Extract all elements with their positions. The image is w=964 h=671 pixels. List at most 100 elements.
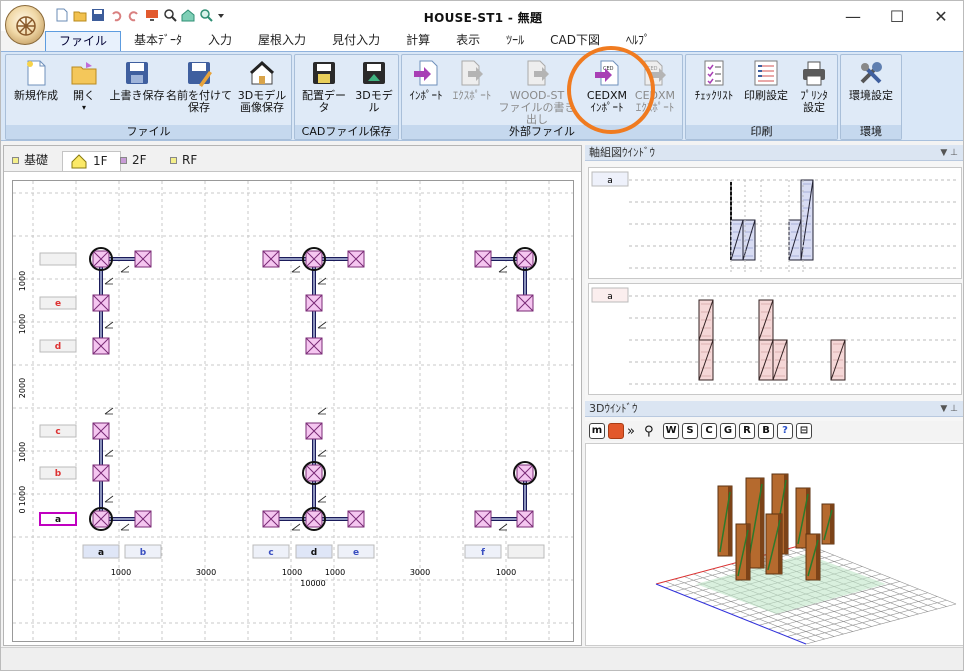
column-marker: [516, 510, 534, 528]
tab-help[interactable]: ﾍﾙﾌﾟ: [613, 31, 663, 51]
column-marker: [474, 250, 492, 268]
save-layout-data-button[interactable]: 配置データ: [297, 59, 351, 114]
cedxm-export-button[interactable]: CED CEDXM ｴｸｽﾎﾟｰﾄ: [630, 59, 680, 114]
column-marker: [92, 294, 110, 312]
3d-view[interactable]: [585, 443, 963, 646]
ribbon-group-external-file: ｲﾝﾎﾟｰﾄ ｴｸｽﾎﾟｰﾄ WOOD-ST ファイルの書き出し CED CED…: [401, 54, 683, 140]
column-marker: [516, 464, 534, 482]
monitor-3d-icon[interactable]: [608, 423, 624, 439]
cedxm-import-button[interactable]: CED CEDXM ｲﾝﾎﾟｰﾄ: [582, 59, 632, 114]
floor-tabs: 基礎 1F 2F RF: [4, 146, 581, 172]
axis-label: a: [591, 171, 629, 187]
axis-label-text: a: [607, 176, 613, 186]
walk-icon[interactable]: ⚲: [644, 424, 660, 439]
column-marker: [92, 422, 110, 440]
axis-frame-view-lower[interactable]: a: [588, 283, 962, 395]
tab-floor-1[interactable]: 1F: [62, 151, 121, 171]
tab-foundation[interactable]: 基礎: [6, 151, 48, 171]
environment-settings-button[interactable]: 環境設定: [843, 59, 899, 102]
import-icon: [412, 59, 440, 87]
column-marker: [305, 294, 323, 312]
floor-plan-drawing[interactable]: abcde100010002000100010000a b c d e f1000 3000…: [13, 181, 574, 642]
tab-roof-input[interactable]: 屋根入力: [245, 31, 319, 51]
column-marker: [516, 294, 534, 312]
axis-frame-view-upper[interactable]: a: [588, 167, 962, 279]
pane-pin-icon-3d[interactable]: ▼ ⊥: [940, 401, 958, 417]
toggle-s-button[interactable]: S: [682, 423, 698, 439]
checklist-icon: [700, 59, 728, 87]
tab-roof-floor[interactable]: RF: [164, 151, 197, 171]
tab-floor-2[interactable]: 2F: [114, 151, 147, 171]
new-document-icon: [22, 59, 50, 87]
axis-frame-drawing-lower: a: [591, 287, 959, 385]
application-menu-button[interactable]: [5, 5, 45, 45]
brace-tick: [104, 407, 114, 415]
pane-pin-icon[interactable]: ▼ ⊥: [940, 145, 958, 161]
export-button[interactable]: ｴｸｽﾎﾟｰﾄ: [446, 59, 498, 102]
row-label-box-top: [39, 252, 77, 266]
tab-elevation-input[interactable]: 見付入力: [319, 31, 393, 51]
col-label-text: c: [268, 548, 273, 558]
svg-text:CED: CED: [647, 66, 658, 72]
toggle-g-button[interactable]: G: [720, 423, 736, 439]
left-dimension-3: 1000: [18, 442, 27, 462]
column-marker: [305, 337, 323, 355]
brace-tick: [317, 495, 327, 503]
minimize-button[interactable]: —: [831, 1, 875, 31]
save-3d-model-button[interactable]: 3Dモデル: [351, 59, 397, 114]
column-marker: [92, 464, 110, 482]
menu-tabs: ファイル 基本ﾃﾞｰﾀ 入力 屋根入力 見付入力 計算 表示 ﾂｰﾙ CAD下図…: [45, 31, 963, 51]
axis-frame-member: [730, 219, 744, 261]
checklist-button[interactable]: ﾁｪｯｸﾘｽﾄ: [688, 59, 740, 102]
toggle-w-button[interactable]: W: [663, 423, 679, 439]
col-label-text: d: [311, 548, 317, 558]
3d-column: [805, 533, 821, 581]
column-marker: [134, 250, 152, 268]
row-label-text: c: [55, 427, 60, 437]
save-button[interactable]: 上書き保存: [106, 59, 168, 102]
close-button[interactable]: ✕: [919, 1, 963, 31]
tab-basic-data[interactable]: 基本ﾃﾞｰﾀ: [121, 31, 195, 51]
col-label-d: d: [295, 544, 333, 559]
fast-forward-icon[interactable]: »: [627, 424, 641, 439]
tab-tools[interactable]: ﾂｰﾙ: [493, 31, 537, 51]
row-label-e: e: [39, 296, 77, 310]
tab-calculation[interactable]: 計算: [393, 31, 443, 51]
column-marker: [92, 337, 110, 355]
brace-tick: [120, 265, 130, 273]
tab-cad-underlay[interactable]: CAD下図: [537, 31, 613, 51]
axis-frame-member: [758, 299, 774, 341]
maximize-button[interactable]: ☐: [875, 1, 919, 31]
tab-input[interactable]: 入力: [195, 31, 245, 51]
row-label-b: b: [39, 466, 77, 480]
exit-view-icon[interactable]: ⊟: [796, 423, 812, 439]
row-label-a: a: [39, 512, 77, 526]
3d-model-icon: [360, 59, 388, 87]
open-button[interactable]: 開く ▾: [64, 59, 104, 114]
wireframe-icon[interactable]: m: [589, 423, 605, 439]
brace-tick: [104, 321, 114, 329]
left-dimension-4: 1000: [18, 486, 27, 506]
row-label-text: b: [55, 469, 62, 479]
plan-canvas[interactable]: a b c d e 1000 1000 2000 1000 1000 0 a b c d e f 1000 3000…: [12, 180, 574, 642]
toggle-c-button[interactable]: C: [701, 423, 717, 439]
printer-settings-button[interactable]: ﾌﾟﾘﾝﾀ 設定: [792, 59, 836, 114]
tab-file[interactable]: ファイル: [45, 31, 122, 51]
wood-st-export-button[interactable]: WOOD-ST ファイルの書き出し: [498, 59, 576, 126]
help-icon[interactable]: ?: [777, 423, 793, 439]
toggle-b-button[interactable]: B: [758, 423, 774, 439]
save-as-button[interactable]: 名前を付けて 保存: [166, 59, 232, 114]
import-button[interactable]: ｲﾝﾎﾟｰﾄ: [404, 59, 448, 102]
bottom-dimension-1: 3000: [196, 568, 216, 577]
new-button[interactable]: 新規作成: [8, 59, 64, 102]
tab-view[interactable]: 表示: [443, 31, 493, 51]
toggle-r-button[interactable]: R: [739, 423, 755, 439]
axis-frame-drawing-upper: a: [591, 171, 959, 272]
save-3d-image-button[interactable]: 3Dモデル 画像保存: [232, 59, 292, 114]
print-settings-button[interactable]: 印刷設定: [740, 59, 792, 102]
app-logo-icon: [16, 16, 36, 36]
house-floor-icon: [71, 154, 87, 169]
column-marker: [134, 510, 152, 528]
col-label-text: b: [140, 548, 147, 558]
axis-window-title-bar: 軸組図ｳｲﾝﾄﾞｳ ▼ ⊥: [585, 145, 963, 161]
